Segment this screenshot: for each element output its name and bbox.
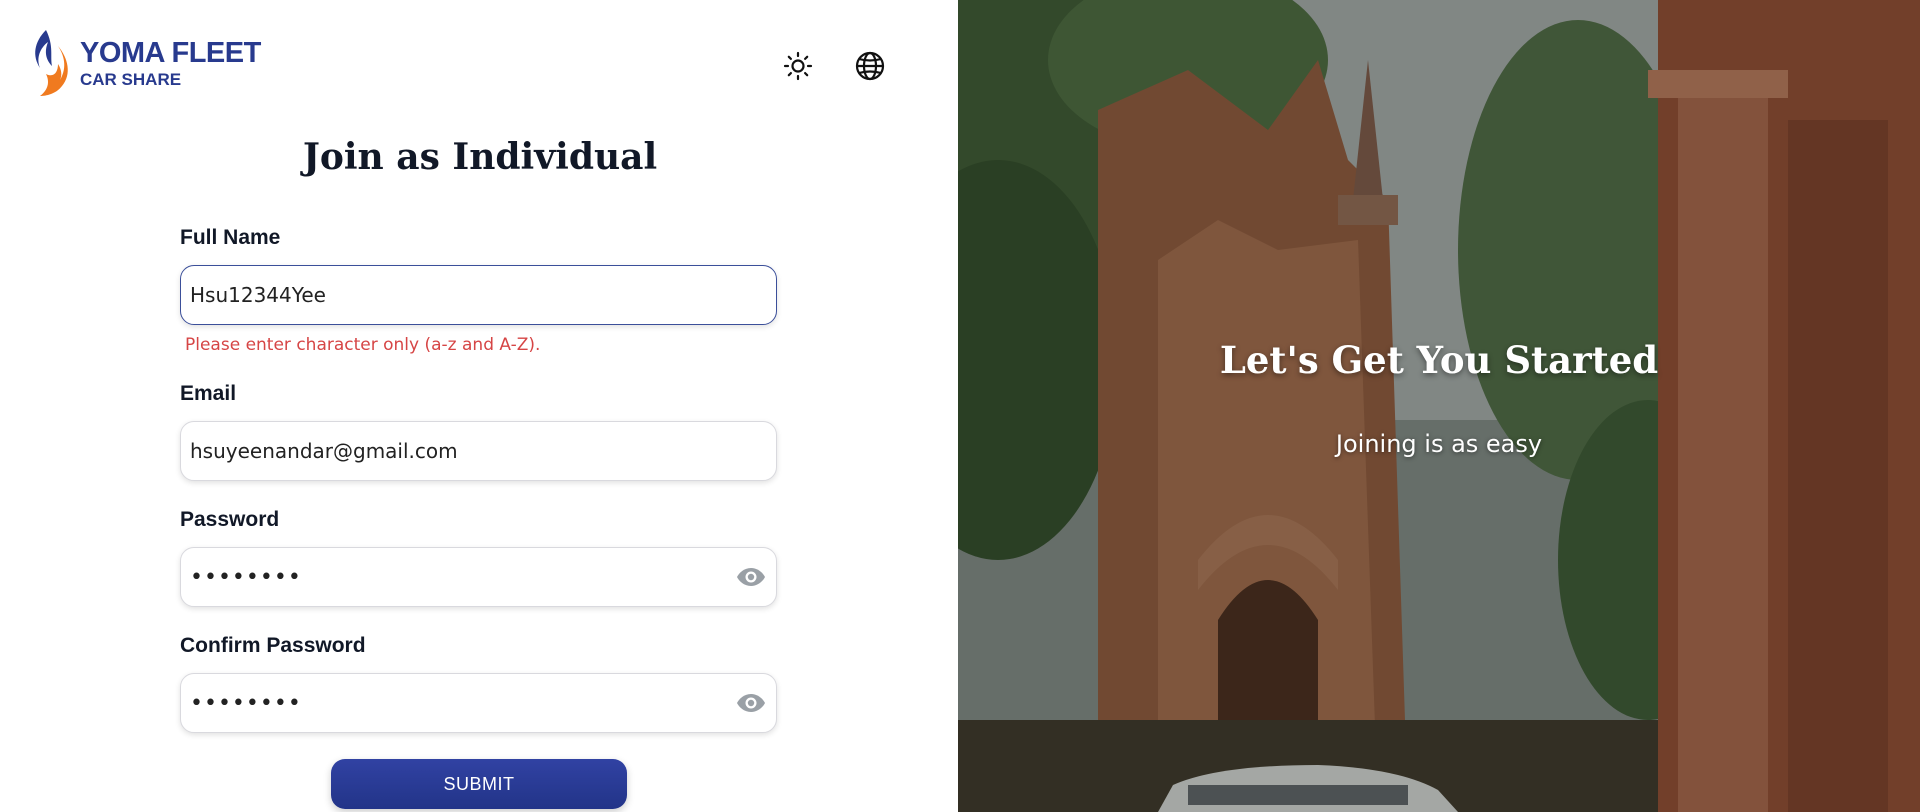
submit-button[interactable]: SUBMIT — [331, 759, 627, 809]
full-name-input[interactable] — [180, 265, 777, 325]
confirm-password-input[interactable] — [180, 673, 777, 733]
full-name-field: Full Name Please enter character only (a… — [180, 226, 777, 355]
brand-title: YOMA FLEET — [80, 36, 261, 69]
page-title: Join as Individual — [302, 136, 658, 178]
sun-icon — [783, 51, 813, 81]
email-label: Email — [180, 382, 237, 405]
signup-panel: YOMA FLEET CAR SHARE Join as Individual … — [0, 0, 958, 812]
confirm-password-visibility-toggle[interactable] — [735, 688, 767, 718]
eye-icon — [737, 568, 765, 586]
confirm-password-label: Confirm Password — [180, 634, 366, 657]
password-field: Password — [180, 508, 777, 607]
brand-subtitle: CAR SHARE — [80, 69, 182, 89]
password-visibility-toggle[interactable] — [735, 562, 767, 592]
confirm-password-field: Confirm Password — [180, 634, 777, 733]
password-label: Password — [180, 508, 280, 531]
globe-icon — [855, 51, 885, 81]
theme-toggle-button[interactable] — [780, 48, 816, 84]
hero-title: Let's Get You Started — [1219, 338, 1659, 382]
email-input[interactable] — [180, 421, 777, 481]
hero-image-panel: Let's Get You Started Joining is as easy — [958, 0, 1920, 812]
full-name-label: Full Name — [180, 226, 281, 249]
language-button[interactable] — [852, 48, 888, 84]
password-input[interactable] — [180, 547, 777, 607]
temple-background-image — [958, 0, 1920, 812]
eye-icon — [737, 694, 765, 712]
flame-logo-icon — [35, 30, 68, 96]
full-name-error: Please enter character only (a-z and A-Z… — [185, 335, 541, 355]
hero-subtitle: Joining is as easy — [1335, 430, 1543, 458]
brand-logo[interactable]: YOMA FLEET CAR SHARE — [28, 28, 261, 98]
email-field: Email — [180, 382, 777, 481]
